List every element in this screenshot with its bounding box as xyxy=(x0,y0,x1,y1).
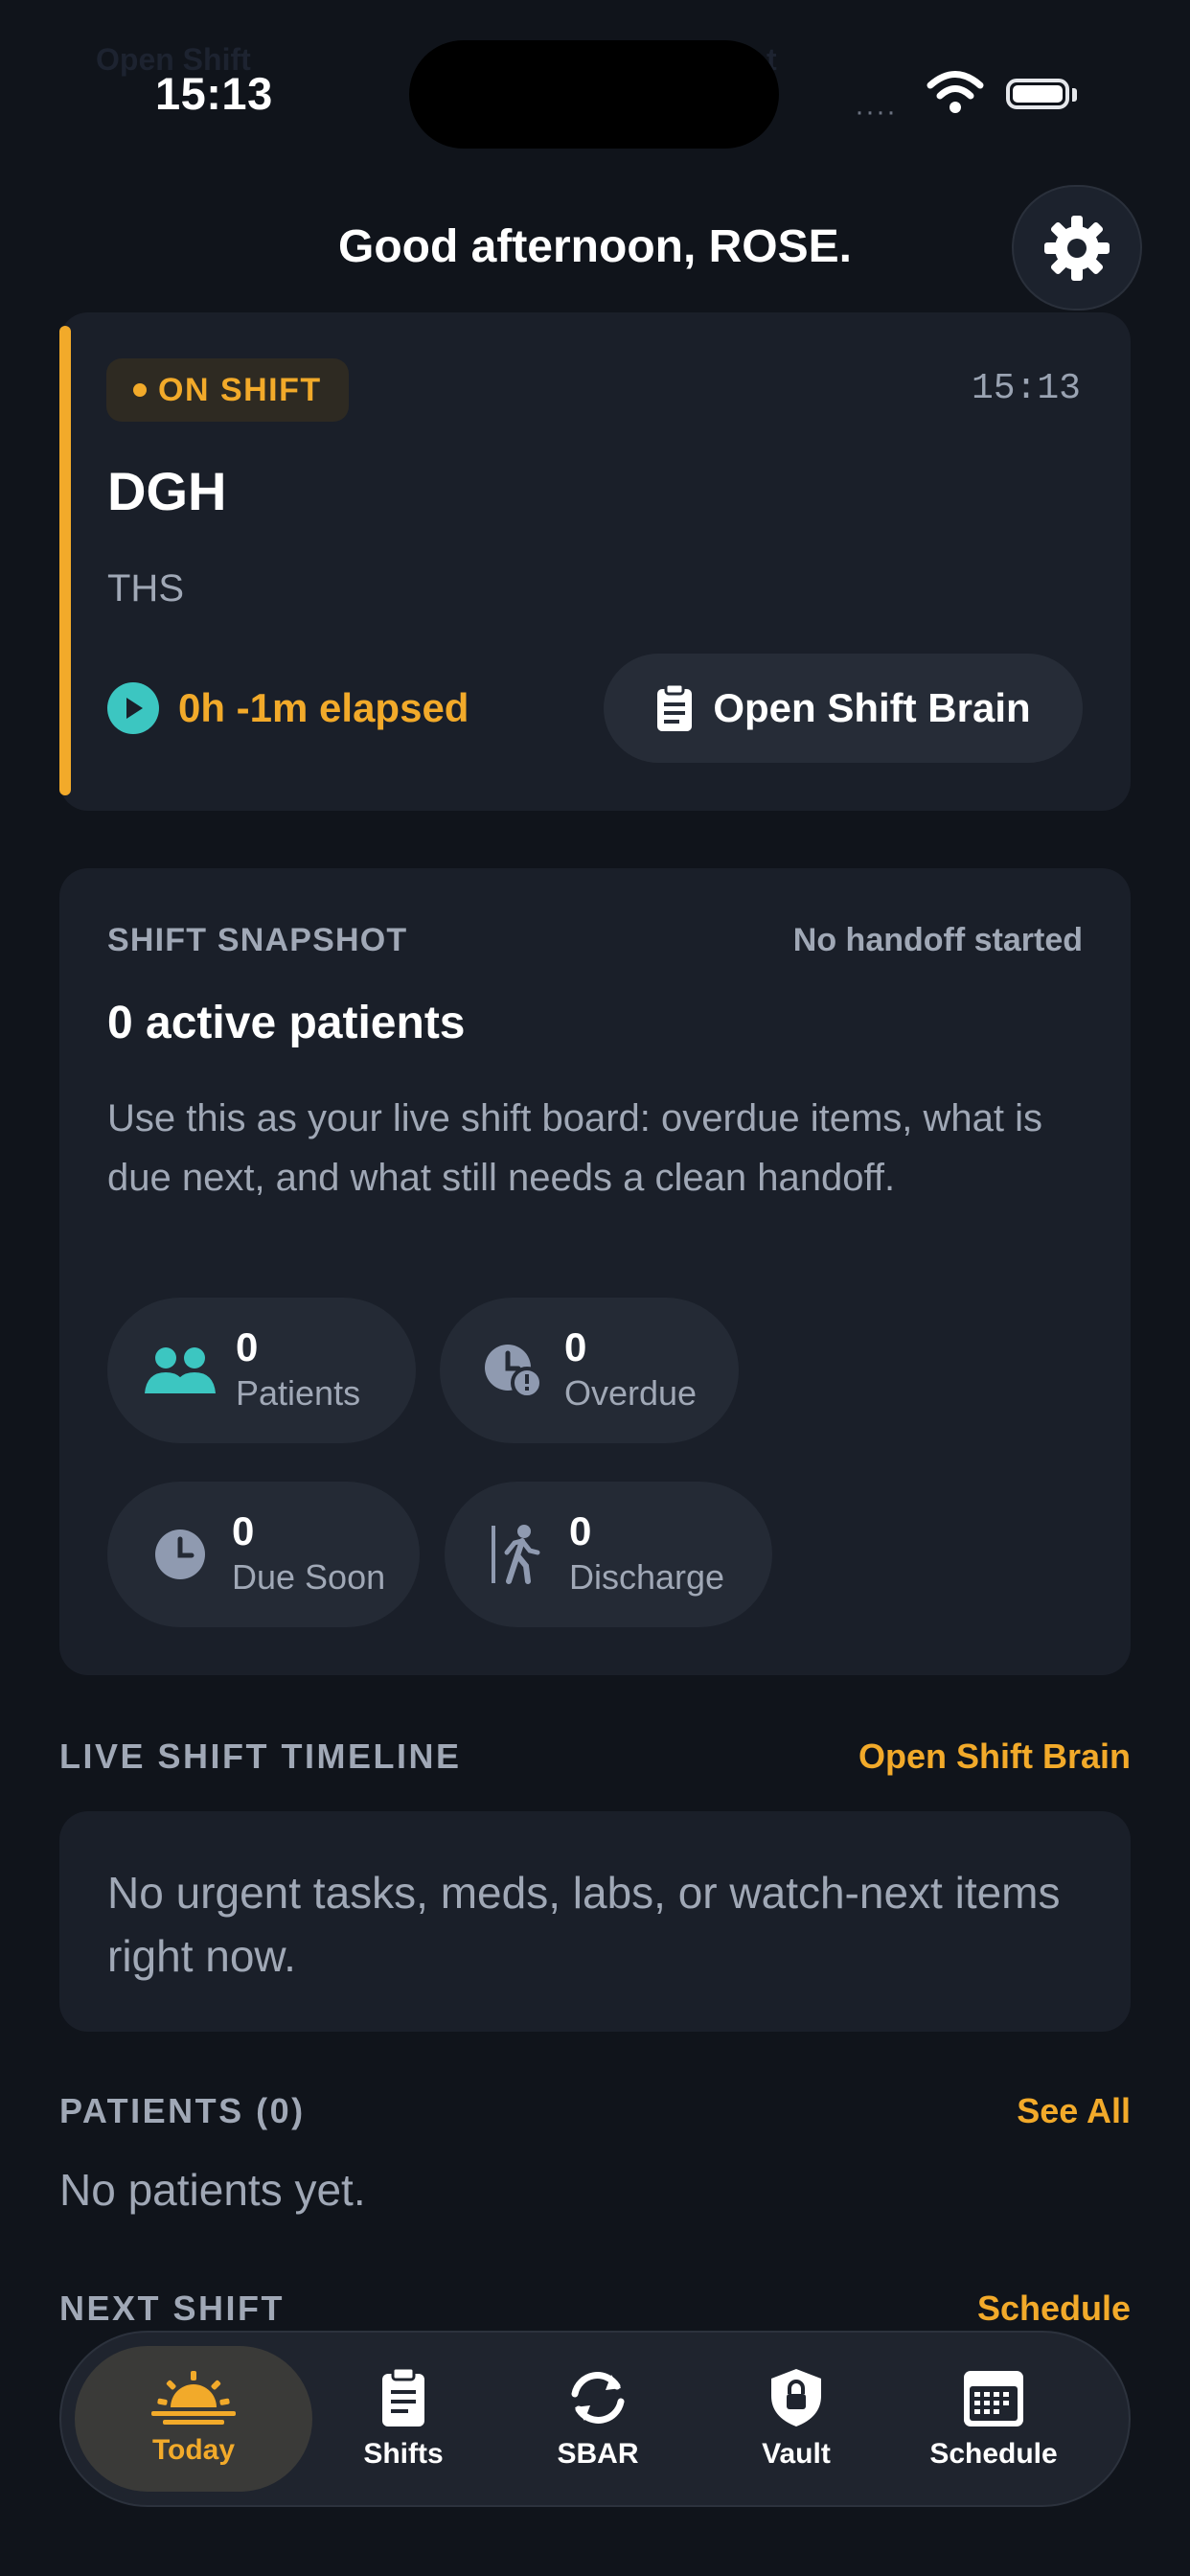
clipboard-icon xyxy=(657,683,693,731)
stat-label: Due Soon xyxy=(232,1557,386,1597)
stat-label: Overdue xyxy=(564,1373,698,1413)
clipboard-icon xyxy=(382,2367,424,2426)
status-dot xyxy=(133,383,147,397)
shield-lock-icon xyxy=(771,2369,821,2426)
gear-icon xyxy=(1044,215,1110,281)
active-patients-count: 0 active patients xyxy=(107,998,466,1048)
battery-icon xyxy=(1006,79,1069,109)
stat-value: 0 xyxy=(232,1508,255,1553)
stat-value: 0 xyxy=(569,1508,592,1553)
calendar-icon xyxy=(964,2371,1023,2426)
battery-nub xyxy=(1072,88,1077,102)
stat-overdue[interactable]: 0 Overdue xyxy=(440,1298,739,1443)
people-icon xyxy=(142,1346,218,1395)
tab-bar: Today Shifts SBAR Vault Schedule xyxy=(59,2331,1131,2507)
sync-icon xyxy=(571,2372,625,2424)
tab-label: Today xyxy=(151,2434,236,2466)
elapsed-indicator: 0h -1m elapsed xyxy=(107,682,469,734)
tab-label: Schedule xyxy=(929,2438,1058,2470)
stat-value: 0 xyxy=(236,1324,259,1369)
open-shift-brain-button[interactable]: Open Shift Brain xyxy=(604,654,1083,763)
wifi-icon xyxy=(927,71,984,113)
tab-vault[interactable]: Vault xyxy=(734,2333,858,2505)
current-shift-card: ON SHIFT 15:13 DGH THS 0h -1m elapsed Op… xyxy=(59,312,1131,811)
stat-discharge[interactable]: 0 Discharge xyxy=(445,1482,772,1627)
stat-label: Patients xyxy=(236,1373,361,1413)
tab-label: Shifts xyxy=(363,2438,444,2470)
stat-due-soon[interactable]: 0 Due Soon xyxy=(107,1482,420,1627)
patients-section-title: PATIENTS (0) xyxy=(59,2091,306,2130)
tab-label: SBAR xyxy=(557,2438,639,2470)
clock-alert-icon xyxy=(474,1343,551,1398)
shift-clock: 15:13 xyxy=(971,368,1081,409)
stat-label: Discharge xyxy=(569,1557,725,1597)
timeline-open-shift-brain-link[interactable]: Open Shift Brain xyxy=(858,1736,1131,1777)
tab-sbar[interactable]: SBAR xyxy=(536,2333,660,2505)
stat-value: 0 xyxy=(564,1324,587,1369)
cellular-signal-icon: ···· xyxy=(855,96,897,127)
timeline-empty-text: No urgent tasks, meds, labs, or watch-ne… xyxy=(107,1868,1061,1981)
shift-accent-bar xyxy=(59,326,71,795)
next-shift-section-title: NEXT SHIFT xyxy=(59,2288,286,2328)
on-shift-badge: ON SHIFT xyxy=(106,358,349,422)
tab-today[interactable]: Today xyxy=(75,2346,312,2492)
dynamic-island xyxy=(409,40,779,149)
tab-label: Vault xyxy=(762,2438,831,2470)
shift-snapshot-card: SHIFT SNAPSHOT No handoff started 0 acti… xyxy=(59,868,1131,1675)
handoff-status: No handoff started xyxy=(792,922,1083,958)
stat-patients[interactable]: 0 Patients xyxy=(107,1298,416,1443)
clock-icon xyxy=(142,1528,218,1581)
snapshot-description: Use this as your live shift board: overd… xyxy=(107,1097,1042,1199)
see-all-link[interactable]: See All xyxy=(1017,2091,1131,2131)
schedule-link[interactable]: Schedule xyxy=(977,2288,1131,2329)
tab-shifts[interactable]: Shifts xyxy=(341,2333,466,2505)
walking-person-icon xyxy=(479,1524,556,1585)
timeline-card: No urgent tasks, meds, labs, or watch-ne… xyxy=(59,1811,1131,2032)
settings-button[interactable] xyxy=(1012,185,1142,310)
open-shift-brain-label: Open Shift Brain xyxy=(713,685,1031,730)
timeline-section-title: LIVE SHIFT TIMELINE xyxy=(59,1736,462,1776)
today-screen: Open Shift t 15:13 ···· Good afternoon, … xyxy=(0,0,1190,2576)
status-time: 15:13 xyxy=(155,68,273,119)
patients-empty-text: No patients yet. xyxy=(59,2165,366,2215)
on-shift-label: ON SHIFT xyxy=(158,371,322,408)
snapshot-label: SHIFT SNAPSHOT xyxy=(107,922,408,958)
play-icon xyxy=(107,682,159,734)
sunrise-icon xyxy=(151,2371,236,2425)
shift-unit: THS xyxy=(107,567,184,610)
elapsed-text: 0h -1m elapsed xyxy=(178,685,469,730)
tab-schedule[interactable]: Schedule xyxy=(922,2333,1065,2505)
shift-site: DGH xyxy=(107,461,227,521)
